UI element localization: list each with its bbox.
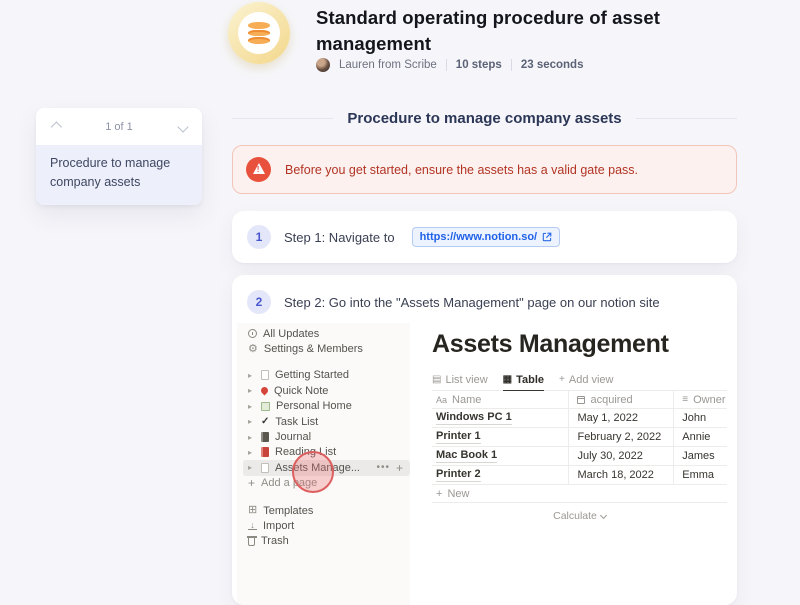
- check-icon: ✓: [261, 415, 270, 427]
- calendar-icon: [577, 395, 586, 404]
- table-row: Mac Book 1 July 30, 2022 James: [432, 447, 727, 466]
- external-link-icon: [542, 232, 552, 242]
- book-icon: [261, 447, 269, 458]
- select-property-icon: ≡: [682, 394, 689, 405]
- divider: [445, 59, 447, 71]
- sidebar-item-templates: ⊞ Templates: [248, 504, 314, 517]
- database-icon: [238, 12, 280, 54]
- section-header: Procedure to manage company assets: [232, 108, 737, 129]
- toggle-icon: ▸: [248, 401, 253, 411]
- table-view-icon: ▦: [502, 374, 513, 385]
- page-icon: [261, 462, 269, 473]
- step-2-screenshot: All Updates ⚙ Settings & Members ▸ Getti…: [237, 323, 727, 605]
- plus-icon: +: [559, 374, 565, 385]
- plus-icon: +: [436, 487, 443, 500]
- calculate-control: Calculate: [432, 510, 727, 522]
- pin-icon: [259, 385, 270, 396]
- toc-item-active[interactable]: Procedure to manage company assets: [36, 145, 202, 205]
- column-owner: Owner: [693, 393, 726, 406]
- toggle-icon: ▸: [248, 463, 253, 473]
- sidebar-page-journal: ▸ Journal: [248, 431, 312, 444]
- step-number-badge: 1: [247, 225, 271, 249]
- table-row: Printer 1 February 2, 2022 Annie: [432, 428, 727, 447]
- toc-card: 1 of 1 Procedure to manage company asset…: [36, 108, 202, 205]
- sidebar-item-import: ↓ Import: [237, 518, 410, 533]
- document-icon-badge: [228, 2, 290, 64]
- plus-icon: +: [248, 476, 256, 491]
- text-property-icon: Aa: [436, 394, 448, 405]
- sidebar-page-getting-started: ▸ Getting Started: [248, 369, 349, 382]
- divider: [510, 59, 512, 71]
- templates-icon: ⊞: [248, 504, 258, 517]
- toc-page-count: 1 of 1: [105, 120, 133, 133]
- add-icon: +: [395, 460, 403, 475]
- toggle-icon: ▸: [248, 417, 253, 427]
- column-name: Name: [452, 393, 482, 406]
- table-new-row: + New: [432, 485, 727, 503]
- page-icon: [261, 370, 269, 381]
- notion-page-title: Assets Management: [432, 330, 669, 358]
- import-icon: ↓: [248, 521, 257, 531]
- table-header: Aa Name acquired ≡ Owner: [432, 391, 727, 409]
- column-acquired: acquired: [590, 393, 633, 406]
- sidebar-item-trash: Trash: [237, 534, 410, 549]
- sidebar-item-settings: ⚙ Settings & Members: [248, 342, 363, 356]
- click-annotation: [292, 451, 334, 493]
- link-url: https://www.notion.so/: [419, 231, 538, 243]
- sidebar-item-all-updates: All Updates: [237, 326, 410, 341]
- toggle-icon: ▸: [248, 447, 253, 457]
- author-avatar: [316, 58, 330, 72]
- notion-main: Assets Management ▤ List view ▦ Table + …: [410, 323, 727, 605]
- steps-count: 10 steps: [455, 59, 502, 71]
- updates-icon: [248, 329, 257, 339]
- duration: 23 seconds: [520, 59, 584, 71]
- view-tabs: ▤ List view ▦ Table + Add view: [432, 371, 727, 391]
- trash-icon: [246, 536, 257, 547]
- warning-icon: [246, 157, 271, 182]
- caret-down-icon: [599, 511, 607, 519]
- section-title: Procedure to manage company assets: [347, 110, 622, 127]
- sidebar-page-quick-note: ▸ Quick Note: [248, 384, 329, 397]
- list-view-icon: ▤: [432, 374, 442, 385]
- tab-add-view: + Add view: [559, 374, 614, 386]
- toc-pagination: 1 of 1: [36, 108, 202, 145]
- divider: [232, 118, 334, 119]
- notion-link[interactable]: https://www.notion.so/: [411, 227, 561, 247]
- alert-text: Before you get started, ensure the asset…: [285, 162, 638, 177]
- journal-icon: [261, 432, 269, 443]
- table-row: Printer 2 March 18, 2022 Emma: [432, 466, 727, 485]
- chevron-down-icon[interactable]: [177, 120, 189, 133]
- step-1-text: Step 1: Navigate to: [284, 229, 395, 245]
- toggle-icon: ▸: [248, 386, 253, 396]
- step-number-badge: 2: [247, 290, 271, 314]
- divider: [635, 118, 737, 119]
- step-1-card: 1 Step 1: Navigate to https://www.notion…: [232, 211, 737, 263]
- sidebar-page-personal-home: ▸ Personal Home: [248, 400, 352, 413]
- document-meta: Lauren from Scribe 10 steps 23 seconds: [316, 58, 583, 72]
- toggle-icon: ▸: [248, 370, 253, 380]
- step-2-header: 2 Step 2: Go into the "Assets Management…: [232, 290, 737, 314]
- tab-list-view: ▤ List view: [432, 374, 488, 386]
- step-2-card: 2 Step 2: Go into the "Assets Management…: [232, 275, 737, 605]
- warning-alert: Before you get started, ensure the asset…: [232, 145, 737, 194]
- page-title: Standard operating procedure of asset ma…: [316, 7, 660, 54]
- sidebar-page-task-list: ▸ ✓ Task List: [248, 415, 319, 428]
- toggle-icon: ▸: [248, 432, 253, 442]
- gear-icon: ⚙: [248, 342, 258, 355]
- author-name: Lauren from Scribe: [339, 59, 437, 71]
- tab-table-view: ▦ Table: [502, 374, 545, 391]
- table-row: Windows PC 1 May 1, 2022 John: [432, 409, 727, 428]
- step-2-text: Step 2: Go into the "Assets Management" …: [284, 294, 660, 310]
- home-icon: [261, 401, 270, 411]
- more-icon: •••: [376, 462, 390, 474]
- chevron-up-icon[interactable]: [50, 120, 63, 133]
- main-content: Procedure to manage company assets Befor…: [232, 108, 737, 605]
